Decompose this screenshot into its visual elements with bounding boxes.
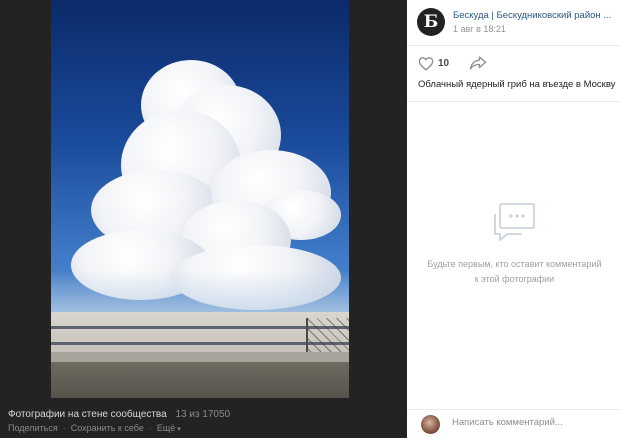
like-count: 10 — [438, 58, 450, 69]
photo-caption: Фотографии на стене сообщества 13 из 170… — [8, 409, 230, 420]
no-comments-text: Будьте первым, кто оставит комментарий к… — [427, 259, 602, 284]
album-title[interactable]: Фотографии на стене сообщества — [8, 409, 167, 420]
comments-empty-icon — [494, 203, 535, 242]
divider — [407, 45, 620, 46]
photo-image[interactable] — [51, 0, 349, 398]
comment-bar: Написать комментарий... — [407, 410, 620, 438]
like-button[interactable]: 10 — [418, 56, 449, 71]
save-link[interactable]: Сохранить к себе — [71, 423, 144, 433]
user-avatar[interactable] — [421, 415, 440, 434]
comment-input[interactable]: Написать комментарий... — [452, 417, 563, 428]
divider — [407, 101, 620, 102]
group-avatar[interactable]: Б — [417, 8, 445, 36]
post-date[interactable]: 1 авг в 18:21 — [453, 24, 506, 34]
photo-viewer: Фотографии на стене сообщества 13 из 170… — [0, 0, 407, 438]
group-name-link[interactable]: Бескуда | Бескудниковский район ... — [453, 10, 613, 21]
share-link[interactable]: Поделиться — [8, 423, 58, 433]
post-panel: Б Бескуда | Бескудниковский район ... 1 … — [407, 0, 620, 438]
photo-counter: 13 из 17050 — [175, 409, 231, 420]
photo-actions: Поделиться · Сохранить к себе · Ещё — [8, 423, 181, 433]
heart-icon — [418, 57, 434, 71]
more-menu[interactable]: Ещё — [157, 423, 181, 433]
share-arrow-icon[interactable] — [469, 55, 487, 71]
post-description: Облачный ядерный гриб на въезде в Москву — [418, 79, 616, 90]
